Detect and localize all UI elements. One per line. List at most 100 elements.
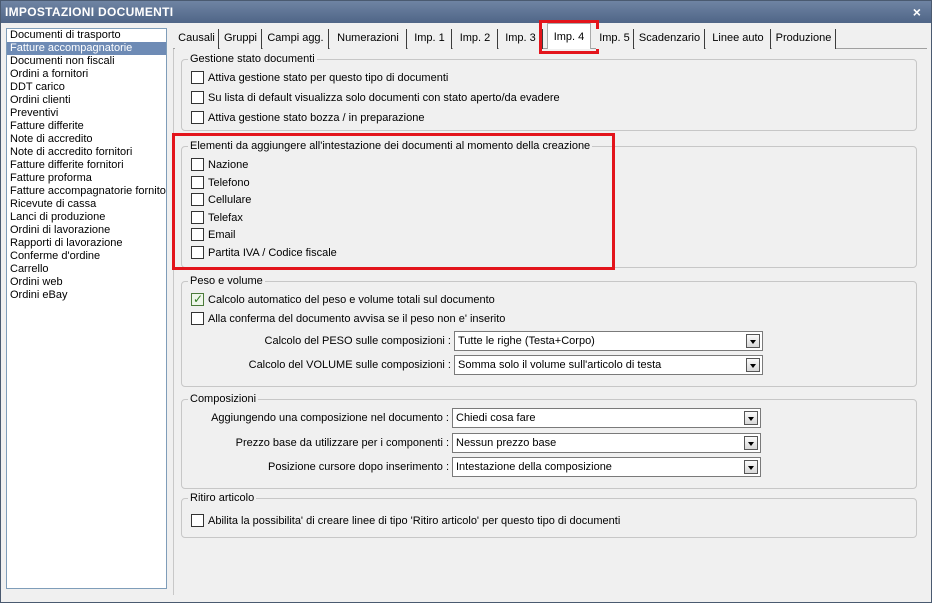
document-type-item[interactable]: Carrello (7, 263, 166, 276)
tab-imp-5[interactable]: Imp. 5 (596, 29, 634, 49)
checkbox-option[interactable]: Attiva gestione stato per questo tipo di… (191, 71, 791, 85)
dropdown-select[interactable]: Tutte le righe (Testa+Corpo) (454, 331, 763, 351)
checkbox-option[interactable]: Cellulare (191, 193, 791, 207)
tab-campi-agg[interactable]: Campi agg. (263, 29, 329, 49)
group-legend: Ritiro articolo (190, 492, 255, 504)
checkbox-option[interactable]: Calcolo automatico del peso e volume tot… (191, 292, 791, 307)
tab-label: Causali (178, 32, 215, 44)
dropdown-select[interactable]: Somma solo il volume sull'articolo di te… (454, 355, 763, 375)
document-type-item[interactable]: Ordini a fornitori (7, 68, 166, 81)
checkbox-unchecked[interactable] (191, 91, 204, 104)
chevron-down-icon[interactable] (746, 334, 760, 348)
checkbox-unchecked[interactable] (191, 193, 204, 207)
checkbox-label: Abilita la possibilita' di creare linee … (208, 515, 621, 527)
tab-label: Linee auto (712, 32, 764, 44)
select-label: Calcolo del VOLUME sulle composizioni : (248, 359, 451, 371)
document-type-item[interactable]: Ricevute di cassa (7, 198, 166, 211)
select-label: Aggiungendo una composizione nel documen… (211, 412, 449, 424)
tab-label: Scadenzario (638, 32, 701, 44)
checkbox-option[interactable]: Telefono (191, 175, 791, 190)
document-type-item[interactable]: Fatture proforma (7, 172, 166, 185)
tab-label: Imp. 2 (459, 32, 491, 44)
document-type-item[interactable]: Fatture differite (7, 120, 166, 133)
document-type-item[interactable]: Note di accredito (7, 133, 166, 146)
checkbox-unchecked[interactable] (191, 175, 204, 189)
tab-numerazioni[interactable]: Numerazioni (330, 29, 407, 49)
tab-label: Campi agg. (267, 32, 324, 44)
checkbox-option[interactable]: Email (191, 228, 791, 242)
checkbox-option[interactable]: Attiva gestione stato bozza / in prepara… (191, 111, 791, 125)
document-type-list[interactable]: Documenti di trasporto Fatture accompagna… (6, 28, 167, 589)
checkbox-label: Telefax (208, 211, 243, 224)
checkbox-label: Email (208, 229, 236, 242)
chevron-down-icon[interactable] (744, 436, 758, 450)
checkbox-option[interactable]: Telefax (191, 210, 791, 225)
document-type-item[interactable]: Rapporti di lavorazione (7, 237, 166, 250)
tab-linee-auto[interactable]: Linee auto (706, 29, 771, 49)
tab-causali[interactable]: Causali (175, 29, 219, 49)
dropdown-value: Intestazione della composizione (456, 461, 612, 473)
checkbox-unchecked[interactable] (191, 312, 204, 325)
tab-produzione[interactable]: Produzione (772, 29, 836, 49)
select-label: Posizione cursore dopo inserimento : (268, 461, 449, 473)
checkbox-option[interactable]: Abilita la possibilita' di creare linee … (191, 514, 791, 528)
tab-imp-1[interactable]: Imp. 1 (408, 29, 452, 49)
checkbox-unchecked[interactable] (191, 514, 204, 527)
document-type-item[interactable]: Fatture accompagnatorie fornito (7, 185, 166, 198)
tab-gruppi[interactable]: Gruppi (220, 29, 262, 49)
checkbox-checked[interactable] (191, 292, 204, 306)
document-type-item[interactable]: Ordini clienti (7, 94, 166, 107)
chevron-down-icon[interactable] (744, 411, 758, 425)
checkbox-unchecked[interactable] (191, 228, 204, 242)
tab-scadenzario[interactable]: Scadenzario (635, 29, 705, 49)
checkbox-label: Nazione (208, 159, 249, 171)
select-label: Calcolo del PESO sulle composizioni : (264, 335, 451, 347)
chevron-down-icon[interactable] (744, 460, 758, 474)
document-type-item[interactable]: Ordini eBay (7, 289, 166, 302)
settings-window: IMPOSTAZIONI DOCUMENTI × Documenti di tr… (0, 0, 932, 603)
document-type-item[interactable]: Note di accredito fornitori (7, 146, 166, 159)
dropdown-select[interactable]: Intestazione della composizione (452, 457, 761, 477)
group-legend: Gestione stato documenti (190, 53, 315, 65)
document-type-item[interactable]: Preventivi (7, 107, 166, 120)
checkbox-label: Cellulare (208, 194, 252, 207)
tab-imp-4[interactable]: Imp. 4 (539, 20, 599, 54)
tab-imp-3[interactable]: Imp. 3 (499, 29, 543, 49)
chevron-down-icon[interactable] (746, 358, 760, 372)
group-legend: Elementi da aggiungere all'intestazione … (190, 140, 591, 152)
document-type-item[interactable]: Conferme d'ordine (7, 250, 166, 263)
checkbox-option[interactable]: Alla conferma del documento avvisa se il… (191, 312, 791, 326)
close-icon[interactable]: × (909, 4, 925, 20)
document-type-item[interactable]: Fatture accompagnatorie (7, 42, 166, 55)
dropdown-select[interactable]: Nessun prezzo base (452, 433, 761, 453)
group-legend: Composizioni (190, 393, 257, 405)
checkbox-label: Calcolo automatico del peso e volume tot… (208, 294, 495, 306)
document-type-item[interactable]: Ordini web (7, 276, 166, 289)
checkbox-label: Attiva gestione stato bozza / in prepara… (208, 112, 425, 124)
tab-label: Imp. 5 (599, 32, 630, 44)
tab-label: Produzione (775, 32, 832, 44)
tab-imp-2[interactable]: Imp. 2 (453, 29, 498, 49)
window-title: IMPOSTAZIONI DOCUMENTI (5, 5, 174, 19)
checkbox-option[interactable]: Su lista di default visualizza solo docu… (191, 91, 791, 105)
checkbox-unchecked[interactable] (191, 210, 204, 224)
checkbox-unchecked[interactable] (191, 71, 204, 84)
dropdown-value: Chiedi cosa fare (456, 412, 536, 424)
document-type-item[interactable]: Lanci di produzione (7, 211, 166, 224)
checkbox-unchecked[interactable] (191, 158, 204, 171)
checkbox-unchecked[interactable] (191, 111, 204, 124)
document-type-item[interactable]: Fatture differite fornitori (7, 159, 166, 172)
dropdown-select[interactable]: Chiedi cosa fare (452, 408, 761, 428)
document-type-item[interactable]: Documenti non fiscali (7, 55, 166, 68)
document-type-item[interactable]: Ordini di lavorazione (7, 224, 166, 237)
tab-label: Imp. 1 (414, 32, 445, 44)
checkbox-label: Alla conferma del documento avvisa se il… (208, 313, 506, 325)
checkbox-option[interactable]: Nazione (191, 158, 791, 172)
group-legend: Peso e volume (190, 275, 263, 287)
document-type-item[interactable]: Documenti di trasporto (7, 29, 166, 42)
checkbox-label: Attiva gestione stato per questo tipo di… (208, 72, 449, 84)
tab-label: Numerazioni (337, 32, 399, 44)
checkbox-unchecked[interactable] (191, 246, 204, 259)
document-type-item[interactable]: DDT carico (7, 81, 166, 94)
checkbox-option[interactable]: Partita IVA / Codice fiscale (191, 246, 791, 260)
